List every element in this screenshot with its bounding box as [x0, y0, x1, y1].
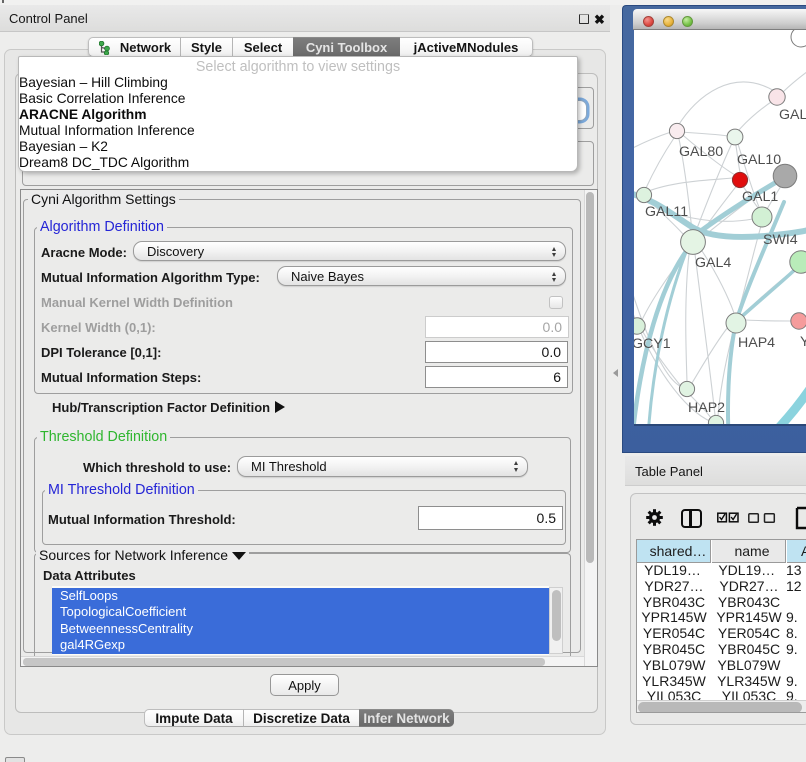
svg-text:SWI4: SWI4: [763, 232, 798, 248]
svg-text:HAP2: HAP2: [688, 400, 725, 416]
svg-text:HAP4: HAP4: [738, 335, 775, 351]
svg-text:GAL: GAL: [779, 107, 806, 123]
svg-text:GAL11: GAL11: [645, 204, 688, 220]
svg-text:Y: Y: [800, 334, 806, 350]
svg-text:GAL1: GAL1: [742, 189, 778, 205]
svg-text:GAL80: GAL80: [679, 144, 723, 160]
svg-text:GAL10: GAL10: [737, 152, 781, 168]
svg-text:GCY1: GCY1: [634, 336, 671, 352]
svg-text:GAL4: GAL4: [695, 255, 731, 271]
